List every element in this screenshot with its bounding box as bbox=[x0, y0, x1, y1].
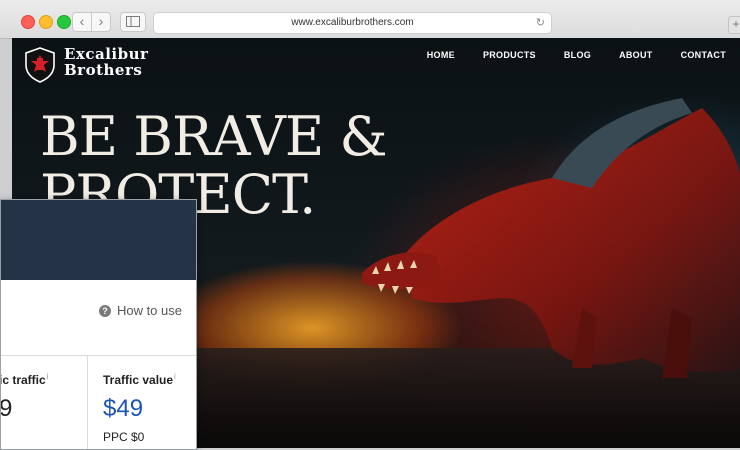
info-icon[interactable]: i bbox=[47, 372, 49, 381]
how-to-use-label: How to use bbox=[116, 303, 182, 318]
browser-toolbar: ‹ › www.excaliburbrothers.com ↻ + bbox=[0, 0, 740, 39]
traffic-value-label-text: Traffic value bbox=[103, 373, 174, 387]
sidebar-toggle-button[interactable] bbox=[120, 12, 146, 32]
seo-widget-card: ? How to use ic traffici 9 Traffic value… bbox=[0, 199, 197, 450]
organic-traffic-value: 9 bbox=[0, 395, 13, 422]
nav-contact[interactable]: CONTACT bbox=[667, 49, 740, 61]
help-icon: ? bbox=[98, 304, 111, 317]
minimize-window-button[interactable] bbox=[39, 15, 53, 29]
ppc-value: PPC $0 bbox=[103, 430, 145, 444]
main-navigation: HOME PRODUCTS BLOG ABOUT CONTACT bbox=[413, 49, 740, 61]
divider bbox=[1, 355, 196, 356]
forward-button[interactable]: › bbox=[91, 12, 111, 32]
how-to-use-link[interactable]: ? How to use bbox=[98, 303, 182, 318]
back-button[interactable]: ‹ bbox=[72, 12, 92, 32]
traffic-value-label: Traffic valuei bbox=[103, 372, 176, 387]
close-window-button[interactable] bbox=[21, 15, 35, 29]
logo-line-2: Brothers bbox=[64, 61, 143, 79]
reload-icon[interactable]: ↻ bbox=[536, 13, 545, 33]
url-text: www.excaliburbrothers.com bbox=[291, 17, 414, 28]
nav-products[interactable]: PRODUCTS bbox=[469, 49, 550, 61]
info-icon[interactable]: i bbox=[174, 372, 176, 381]
nav-about[interactable]: ABOUT bbox=[605, 49, 667, 61]
brand-logo[interactable]: Excalibur Brothers bbox=[64, 46, 154, 78]
traffic-value-amount[interactable]: $49 bbox=[103, 395, 143, 423]
nav-blog[interactable]: BLOG bbox=[550, 49, 605, 61]
address-bar[interactable]: www.excaliburbrothers.com ↻ bbox=[153, 12, 552, 34]
organic-traffic-label-text: ic traffic bbox=[0, 373, 46, 387]
widget-header bbox=[1, 200, 196, 280]
nav-home[interactable]: HOME bbox=[413, 49, 469, 61]
logo-line-1: Excalibur bbox=[64, 45, 149, 63]
organic-traffic-label: ic traffici bbox=[0, 372, 49, 387]
column-divider bbox=[87, 356, 88, 449]
zoom-window-button[interactable] bbox=[57, 15, 71, 29]
sidebar-icon bbox=[126, 16, 140, 27]
headline-line-1: BE BRAVE & bbox=[40, 105, 388, 168]
shield-logo-icon bbox=[25, 47, 55, 83]
new-tab-button[interactable]: + bbox=[728, 16, 740, 34]
